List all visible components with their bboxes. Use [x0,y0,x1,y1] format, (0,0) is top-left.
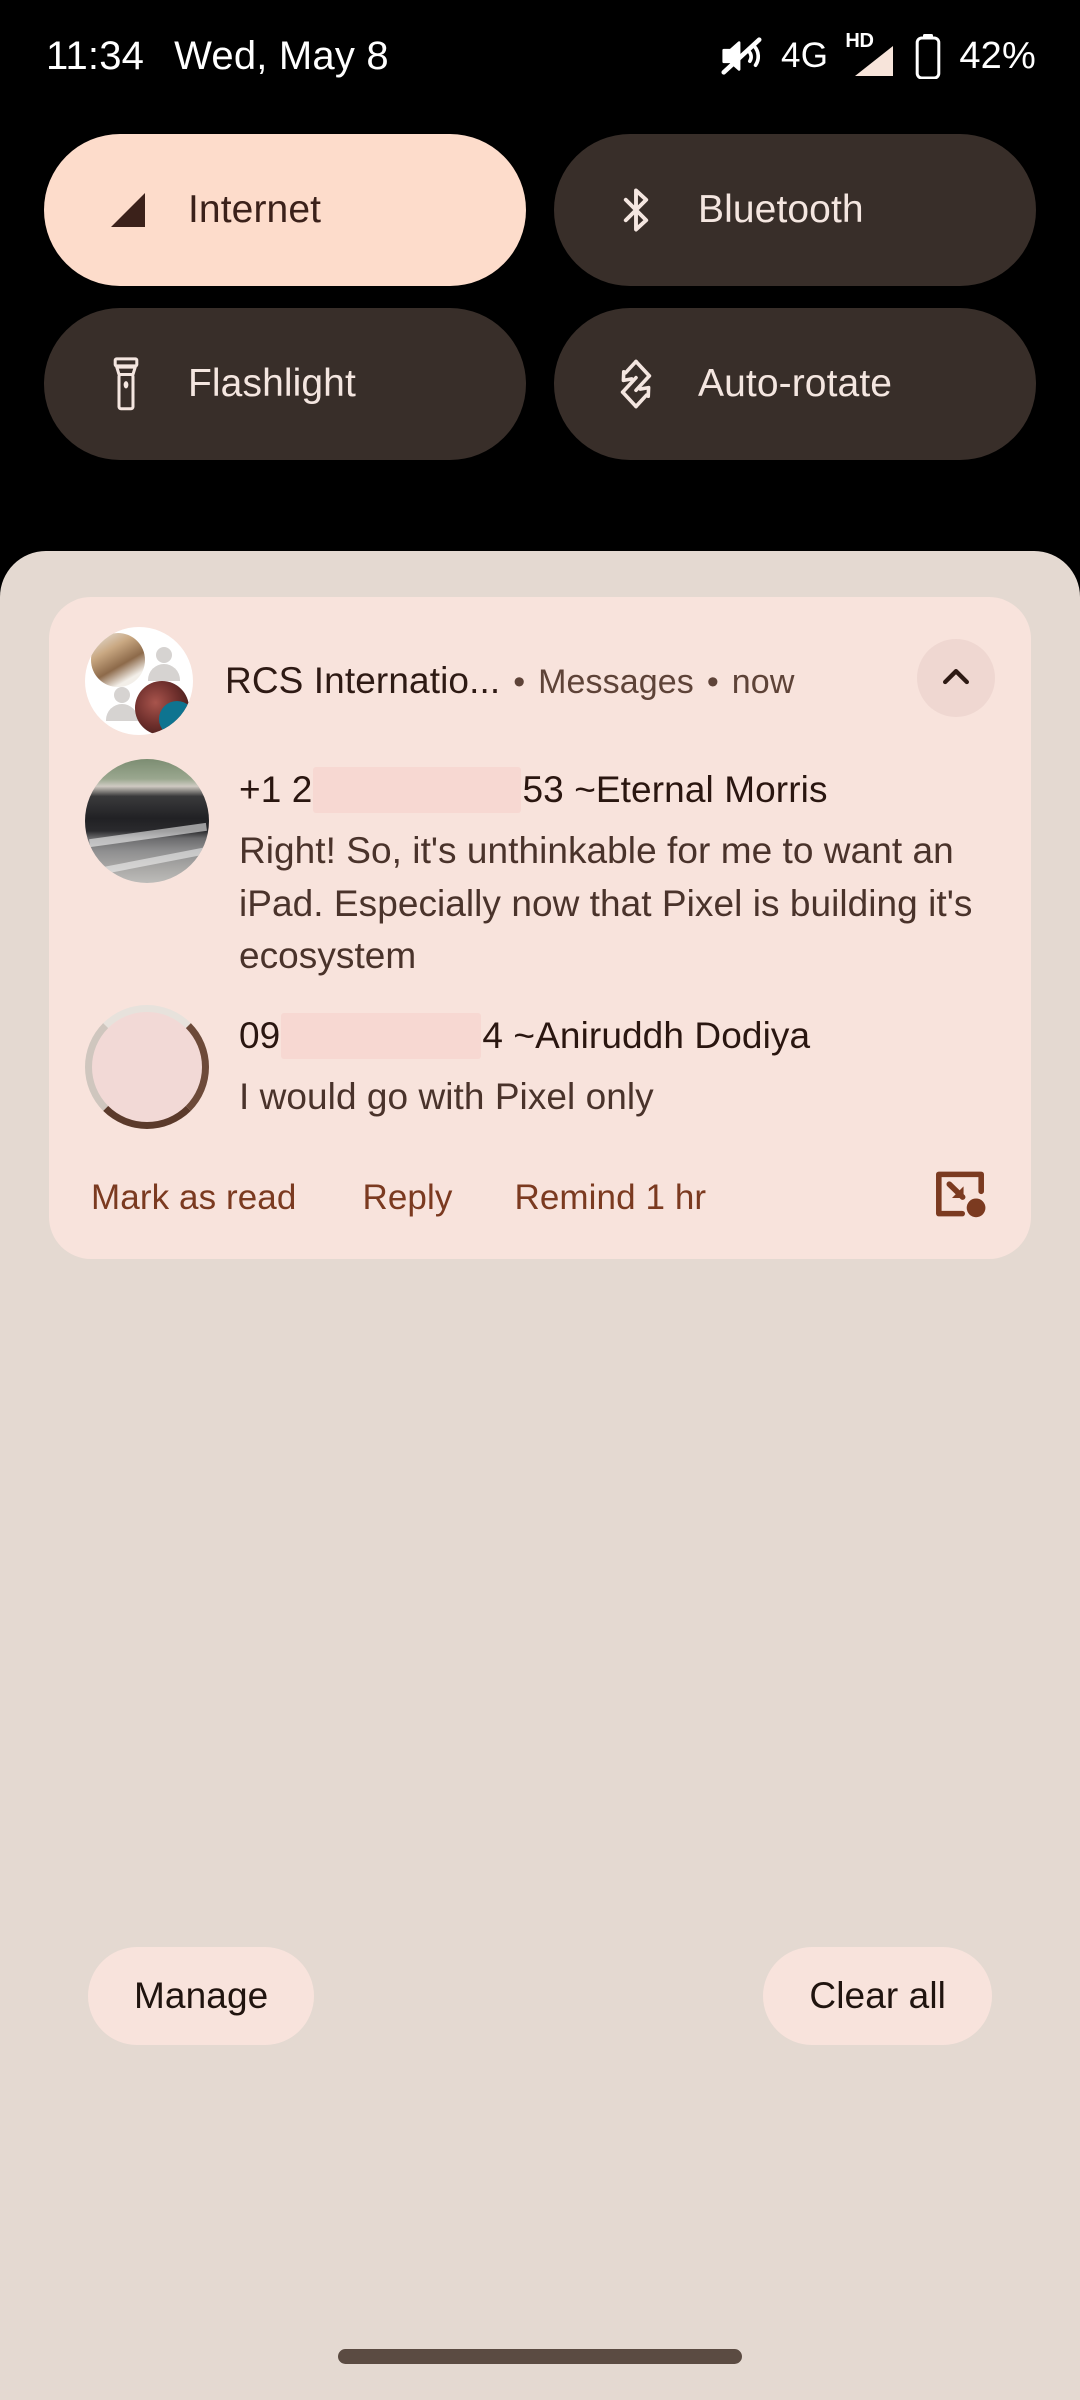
message-row: 09 4 ~Aniruddh Dodiya I would go with Pi… [85,1004,995,1129]
notification-meta: RCS Internatio... • Messages • now [225,660,995,702]
message-avatar [85,759,209,883]
qs-tile-label: Bluetooth [698,188,864,231]
sender-name-suffix: 4 ~Aniruddh Dodiya [482,1014,811,1056]
shade-footer: Manage Clear all [0,1947,1080,2045]
signal-bars-icon: HD [845,30,897,80]
quick-settings-grid: Internet Bluetooth Flashlight Auto-rotat… [44,134,1036,460]
conversation-title: RCS Internatio... [225,660,501,701]
clear-all-button[interactable]: Clear all [763,1947,992,2045]
network-type-label: 4G [781,36,829,75]
battery-icon [914,33,942,79]
hd-label: HD [845,30,874,52]
qs-tile-bluetooth[interactable]: Bluetooth [554,134,1036,286]
mark-as-read-button[interactable]: Mark as read [91,1178,296,1218]
group-avatar [85,627,193,735]
redaction-bar [281,1012,482,1059]
sender-number-prefix: +1 2 [239,769,313,810]
notification-header: RCS Internatio... • Messages • now [85,625,995,737]
person-icon [147,647,181,681]
volume-off-icon [718,33,764,79]
bubble-icon [931,1165,989,1226]
meta-separator: • [513,663,526,701]
sender-name-suffix: 53 ~Eternal Morris [522,769,828,810]
notification-card[interactable]: RCS Internatio... • Messages • now +1 2 … [49,597,1031,1259]
manage-button[interactable]: Manage [88,1947,315,2045]
message-body: +1 2 53 ~Eternal Morris Right! So, it's … [239,759,995,983]
qs-tile-internet[interactable]: Internet [44,134,526,286]
qs-tile-auto-rotate[interactable]: Auto-rotate [554,308,1036,460]
qs-tile-label: Internet [188,188,322,231]
notification-time: now [731,663,795,701]
flashlight-icon [100,357,152,411]
bubble-button[interactable] [929,1165,991,1227]
message-body: 09 4 ~Aniruddh Dodiya I would go with Pi… [239,1005,995,1129]
collapse-button[interactable] [917,639,995,717]
auto-rotate-icon [610,358,662,410]
signal-triangle-icon [100,184,152,236]
message-text: I would go with Pixel only [239,1075,654,1117]
chevron-up-icon [936,657,976,700]
bluetooth-icon [610,184,662,236]
status-date: Wed, May 8 [174,33,389,78]
qs-tile-label: Auto-rotate [698,362,893,405]
notification-shade: RCS Internatio... • Messages • now +1 2 … [0,551,1080,2400]
status-clock: 11:34 [46,33,145,78]
phone-screen: 11:34 Wed, May 8 4G HD 42% Internet Blue… [0,0,1080,2400]
message-sender: +1 2 53 ~Eternal Morris [239,767,995,813]
status-bar: 11:34 Wed, May 8 4G HD 42% [0,0,1080,112]
qs-tile-label: Flashlight [188,362,356,405]
qs-tile-flashlight[interactable]: Flashlight [44,308,526,460]
chat-bubble-badge-icon [159,701,193,735]
reply-button[interactable]: Reply [362,1178,452,1218]
notification-actions: Mark as read Reply Remind 1 hr [85,1163,995,1233]
sender-number-prefix: 09 [239,1014,281,1056]
status-bar-right: 4G HD 42% [718,30,1036,80]
gesture-nav-pill[interactable] [338,2349,742,2364]
status-bar-left: 11:34 Wed, May 8 [46,34,389,79]
message-row: +1 2 53 ~Eternal Morris Right! So, it's … [85,759,995,983]
message-text: Right! So, it's unthinkable for me to wa… [239,830,973,977]
message-sender: 09 4 ~Aniruddh Dodiya [239,1012,995,1059]
battery-percent-label: 42% [959,34,1036,77]
person-icon [105,687,139,721]
redaction-bar [313,767,522,813]
message-avatar [85,1004,209,1129]
meta-separator: • [706,663,719,701]
app-name-label: Messages [538,663,694,701]
remind-button[interactable]: Remind 1 hr [514,1178,706,1218]
